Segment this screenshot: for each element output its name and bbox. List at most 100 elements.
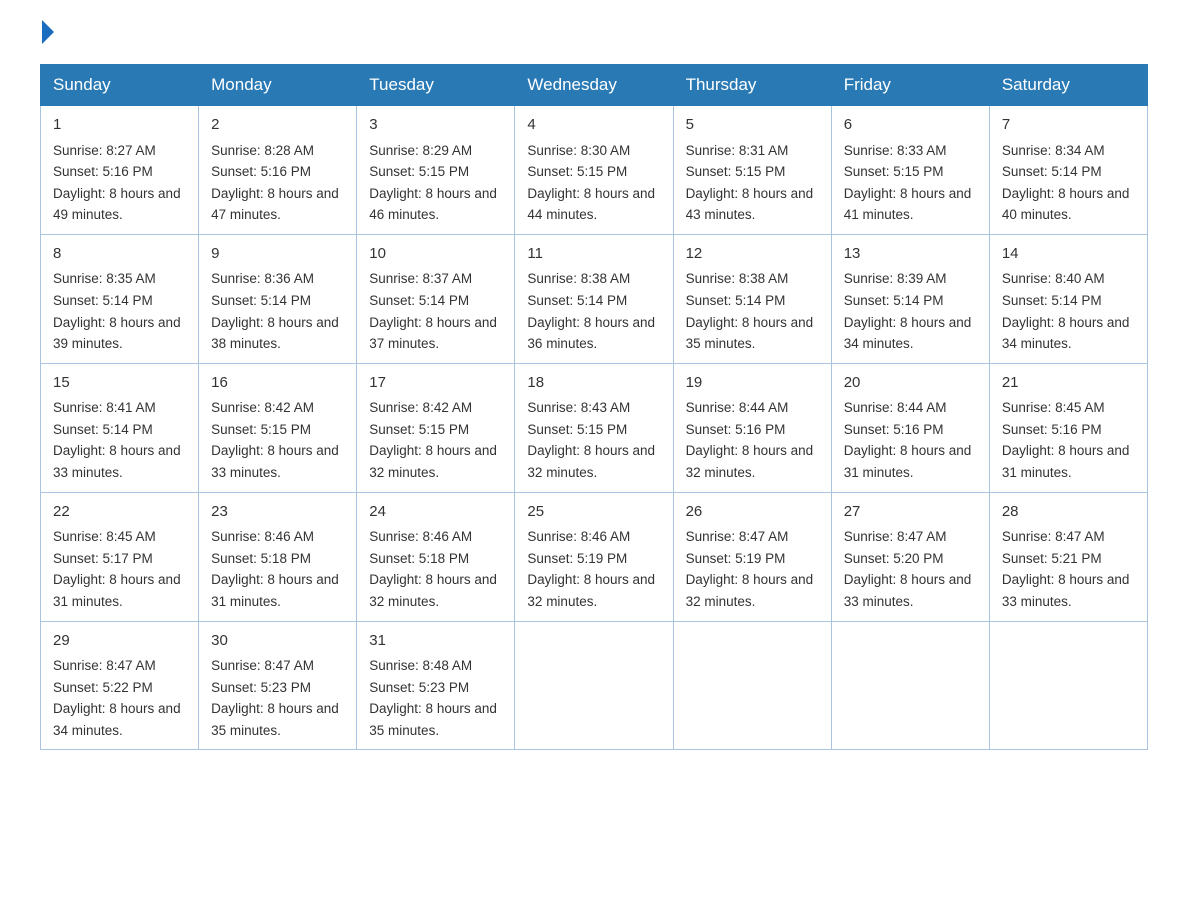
- day-info: Sunrise: 8:41 AMSunset: 5:14 PMDaylight:…: [53, 397, 186, 483]
- calendar-cell: 28Sunrise: 8:47 AMSunset: 5:21 PMDayligh…: [989, 492, 1147, 621]
- day-info: Sunrise: 8:47 AMSunset: 5:21 PMDaylight:…: [1002, 526, 1135, 612]
- calendar-cell: 16Sunrise: 8:42 AMSunset: 5:15 PMDayligh…: [199, 363, 357, 492]
- day-number: 31: [369, 630, 502, 653]
- day-info: Sunrise: 8:44 AMSunset: 5:16 PMDaylight:…: [844, 397, 977, 483]
- logo: [40, 30, 54, 44]
- calendar-cell: 29Sunrise: 8:47 AMSunset: 5:22 PMDayligh…: [41, 621, 199, 750]
- day-number: 14: [1002, 243, 1135, 266]
- calendar-cell: 7 Sunrise: 8:34 AMSunset: 5:14 PMDaylight…: [989, 106, 1147, 235]
- day-info: Sunrise: 8:48 AMSunset: 5:23 PMDaylight:…: [369, 655, 502, 741]
- day-info: Sunrise: 8:47 AMSunset: 5:23 PMDaylight:…: [211, 655, 344, 741]
- day-number: 7: [1002, 114, 1135, 137]
- calendar-cell: 12Sunrise: 8:38 AMSunset: 5:14 PMDayligh…: [673, 234, 831, 363]
- day-number: 5: [686, 114, 819, 137]
- header-wednesday: Wednesday: [515, 65, 673, 106]
- calendar-cell: 20Sunrise: 8:44 AMSunset: 5:16 PMDayligh…: [831, 363, 989, 492]
- day-number: 21: [1002, 372, 1135, 395]
- calendar-cell: 18Sunrise: 8:43 AMSunset: 5:15 PMDayligh…: [515, 363, 673, 492]
- calendar-cell: 14Sunrise: 8:40 AMSunset: 5:14 PMDayligh…: [989, 234, 1147, 363]
- day-info: Sunrise: 8:46 AMSunset: 5:19 PMDaylight:…: [527, 526, 660, 612]
- day-number: 11: [527, 243, 660, 266]
- day-number: 1: [53, 114, 186, 137]
- day-number: 18: [527, 372, 660, 395]
- day-info: Sunrise: 8:34 AMSunset: 5:14 PMDaylight:…: [1002, 140, 1135, 226]
- day-number: 17: [369, 372, 502, 395]
- day-info: Sunrise: 8:38 AMSunset: 5:14 PMDaylight:…: [686, 268, 819, 354]
- day-number: 29: [53, 630, 186, 653]
- calendar-cell: 5 Sunrise: 8:31 AMSunset: 5:15 PMDaylight…: [673, 106, 831, 235]
- day-info: Sunrise: 8:45 AMSunset: 5:17 PMDaylight:…: [53, 526, 186, 612]
- day-info: Sunrise: 8:39 AMSunset: 5:14 PMDaylight:…: [844, 268, 977, 354]
- day-number: 24: [369, 501, 502, 524]
- calendar-cell: 8Sunrise: 8:35 AMSunset: 5:14 PMDaylight…: [41, 234, 199, 363]
- calendar-cell: 26Sunrise: 8:47 AMSunset: 5:19 PMDayligh…: [673, 492, 831, 621]
- day-info: Sunrise: 8:31 AMSunset: 5:15 PMDaylight:…: [686, 140, 819, 226]
- calendar-cell: 22Sunrise: 8:45 AMSunset: 5:17 PMDayligh…: [41, 492, 199, 621]
- day-info: Sunrise: 8:37 AMSunset: 5:14 PMDaylight:…: [369, 268, 502, 354]
- day-info: Sunrise: 8:47 AMSunset: 5:22 PMDaylight:…: [53, 655, 186, 741]
- day-number: 23: [211, 501, 344, 524]
- day-info: Sunrise: 8:40 AMSunset: 5:14 PMDaylight:…: [1002, 268, 1135, 354]
- day-info: Sunrise: 8:44 AMSunset: 5:16 PMDaylight:…: [686, 397, 819, 483]
- day-info: Sunrise: 8:27 AMSunset: 5:16 PMDaylight:…: [53, 140, 186, 226]
- day-number: 2: [211, 114, 344, 137]
- calendar-cell: 31Sunrise: 8:48 AMSunset: 5:23 PMDayligh…: [357, 621, 515, 750]
- calendar-cell: 15Sunrise: 8:41 AMSunset: 5:14 PMDayligh…: [41, 363, 199, 492]
- day-info: Sunrise: 8:42 AMSunset: 5:15 PMDaylight:…: [369, 397, 502, 483]
- calendar-cell: 30Sunrise: 8:47 AMSunset: 5:23 PMDayligh…: [199, 621, 357, 750]
- day-number: 9: [211, 243, 344, 266]
- header-row: SundayMondayTuesdayWednesdayThursdayFrid…: [41, 65, 1148, 106]
- calendar-cell: 9Sunrise: 8:36 AMSunset: 5:14 PMDaylight…: [199, 234, 357, 363]
- day-info: Sunrise: 8:36 AMSunset: 5:14 PMDaylight:…: [211, 268, 344, 354]
- logo-arrow-icon: [42, 20, 54, 44]
- calendar-cell: 17Sunrise: 8:42 AMSunset: 5:15 PMDayligh…: [357, 363, 515, 492]
- day-info: Sunrise: 8:35 AMSunset: 5:14 PMDaylight:…: [53, 268, 186, 354]
- day-info: Sunrise: 8:30 AMSunset: 5:15 PMDaylight:…: [527, 140, 660, 226]
- day-number: 8: [53, 243, 186, 266]
- calendar-cell: 13Sunrise: 8:39 AMSunset: 5:14 PMDayligh…: [831, 234, 989, 363]
- day-number: 13: [844, 243, 977, 266]
- calendar-cell: 1 Sunrise: 8:27 AMSunset: 5:16 PMDaylight…: [41, 106, 199, 235]
- day-info: Sunrise: 8:43 AMSunset: 5:15 PMDaylight:…: [527, 397, 660, 483]
- day-number: 3: [369, 114, 502, 137]
- page-header: [40, 30, 1148, 44]
- day-number: 26: [686, 501, 819, 524]
- calendar-cell: 25Sunrise: 8:46 AMSunset: 5:19 PMDayligh…: [515, 492, 673, 621]
- day-info: Sunrise: 8:47 AMSunset: 5:19 PMDaylight:…: [686, 526, 819, 612]
- day-number: 19: [686, 372, 819, 395]
- day-info: Sunrise: 8:28 AMSunset: 5:16 PMDaylight:…: [211, 140, 344, 226]
- day-info: Sunrise: 8:29 AMSunset: 5:15 PMDaylight:…: [369, 140, 502, 226]
- week-row-4: 22Sunrise: 8:45 AMSunset: 5:17 PMDayligh…: [41, 492, 1148, 621]
- day-number: 15: [53, 372, 186, 395]
- calendar-cell: [515, 621, 673, 750]
- calendar-cell: 19Sunrise: 8:44 AMSunset: 5:16 PMDayligh…: [673, 363, 831, 492]
- week-row-1: 1 Sunrise: 8:27 AMSunset: 5:16 PMDaylight…: [41, 106, 1148, 235]
- day-number: 20: [844, 372, 977, 395]
- day-number: 16: [211, 372, 344, 395]
- calendar-cell: [831, 621, 989, 750]
- calendar-cell: 6Sunrise: 8:33 AMSunset: 5:15 PMDaylight…: [831, 106, 989, 235]
- calendar-cell: 24Sunrise: 8:46 AMSunset: 5:18 PMDayligh…: [357, 492, 515, 621]
- calendar-cell: 23Sunrise: 8:46 AMSunset: 5:18 PMDayligh…: [199, 492, 357, 621]
- calendar-cell: [673, 621, 831, 750]
- day-info: Sunrise: 8:46 AMSunset: 5:18 PMDaylight:…: [369, 526, 502, 612]
- week-row-2: 8Sunrise: 8:35 AMSunset: 5:14 PMDaylight…: [41, 234, 1148, 363]
- day-number: 10: [369, 243, 502, 266]
- day-number: 22: [53, 501, 186, 524]
- calendar-cell: 11Sunrise: 8:38 AMSunset: 5:14 PMDayligh…: [515, 234, 673, 363]
- day-number: 27: [844, 501, 977, 524]
- day-info: Sunrise: 8:46 AMSunset: 5:18 PMDaylight:…: [211, 526, 344, 612]
- week-row-3: 15Sunrise: 8:41 AMSunset: 5:14 PMDayligh…: [41, 363, 1148, 492]
- day-info: Sunrise: 8:47 AMSunset: 5:20 PMDaylight:…: [844, 526, 977, 612]
- header-saturday: Saturday: [989, 65, 1147, 106]
- header-monday: Monday: [199, 65, 357, 106]
- calendar-cell: 3 Sunrise: 8:29 AMSunset: 5:15 PMDaylight…: [357, 106, 515, 235]
- calendar-cell: 4 Sunrise: 8:30 AMSunset: 5:15 PMDaylight…: [515, 106, 673, 235]
- header-sunday: Sunday: [41, 65, 199, 106]
- calendar-cell: 10Sunrise: 8:37 AMSunset: 5:14 PMDayligh…: [357, 234, 515, 363]
- day-number: 4: [527, 114, 660, 137]
- day-info: Sunrise: 8:42 AMSunset: 5:15 PMDaylight:…: [211, 397, 344, 483]
- day-number: 12: [686, 243, 819, 266]
- calendar-cell: [989, 621, 1147, 750]
- day-number: 30: [211, 630, 344, 653]
